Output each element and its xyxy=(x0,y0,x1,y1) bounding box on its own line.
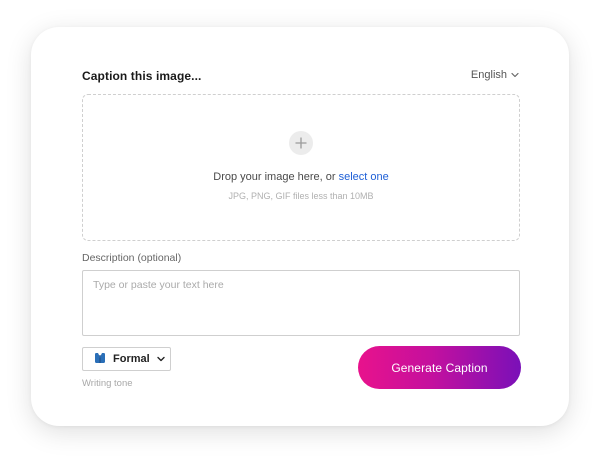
writing-tone-label: Writing tone xyxy=(82,378,133,389)
chevron-down-icon xyxy=(511,72,519,78)
language-label: English xyxy=(470,69,507,81)
dropzone-prompt-text: Drop your image here, or xyxy=(213,171,339,183)
plus-icon xyxy=(295,137,307,149)
business-suit-icon xyxy=(94,352,106,367)
card-title: Caption this image... xyxy=(82,69,202,83)
description-input[interactable] xyxy=(82,270,520,336)
dropzone-prompt: Drop your image here, or select one xyxy=(83,171,519,183)
dropzone-hint: JPG, PNG, GIF files less than 10MB xyxy=(228,191,374,201)
page: Caption this image... English Drop your … xyxy=(0,0,600,462)
image-dropzone[interactable]: Drop your image here, or select one JPG,… xyxy=(82,94,520,241)
add-image-button[interactable] xyxy=(289,131,313,155)
chevron-down-icon xyxy=(156,353,165,365)
generate-caption-button[interactable]: Generate Caption xyxy=(358,346,521,389)
description-label: Description (optional) xyxy=(82,252,182,264)
select-file-link[interactable]: select one xyxy=(339,171,389,183)
writing-tone-value: Formal xyxy=(113,353,150,365)
writing-tone-select[interactable]: Formal xyxy=(82,347,171,371)
language-selector[interactable]: English xyxy=(471,69,519,81)
